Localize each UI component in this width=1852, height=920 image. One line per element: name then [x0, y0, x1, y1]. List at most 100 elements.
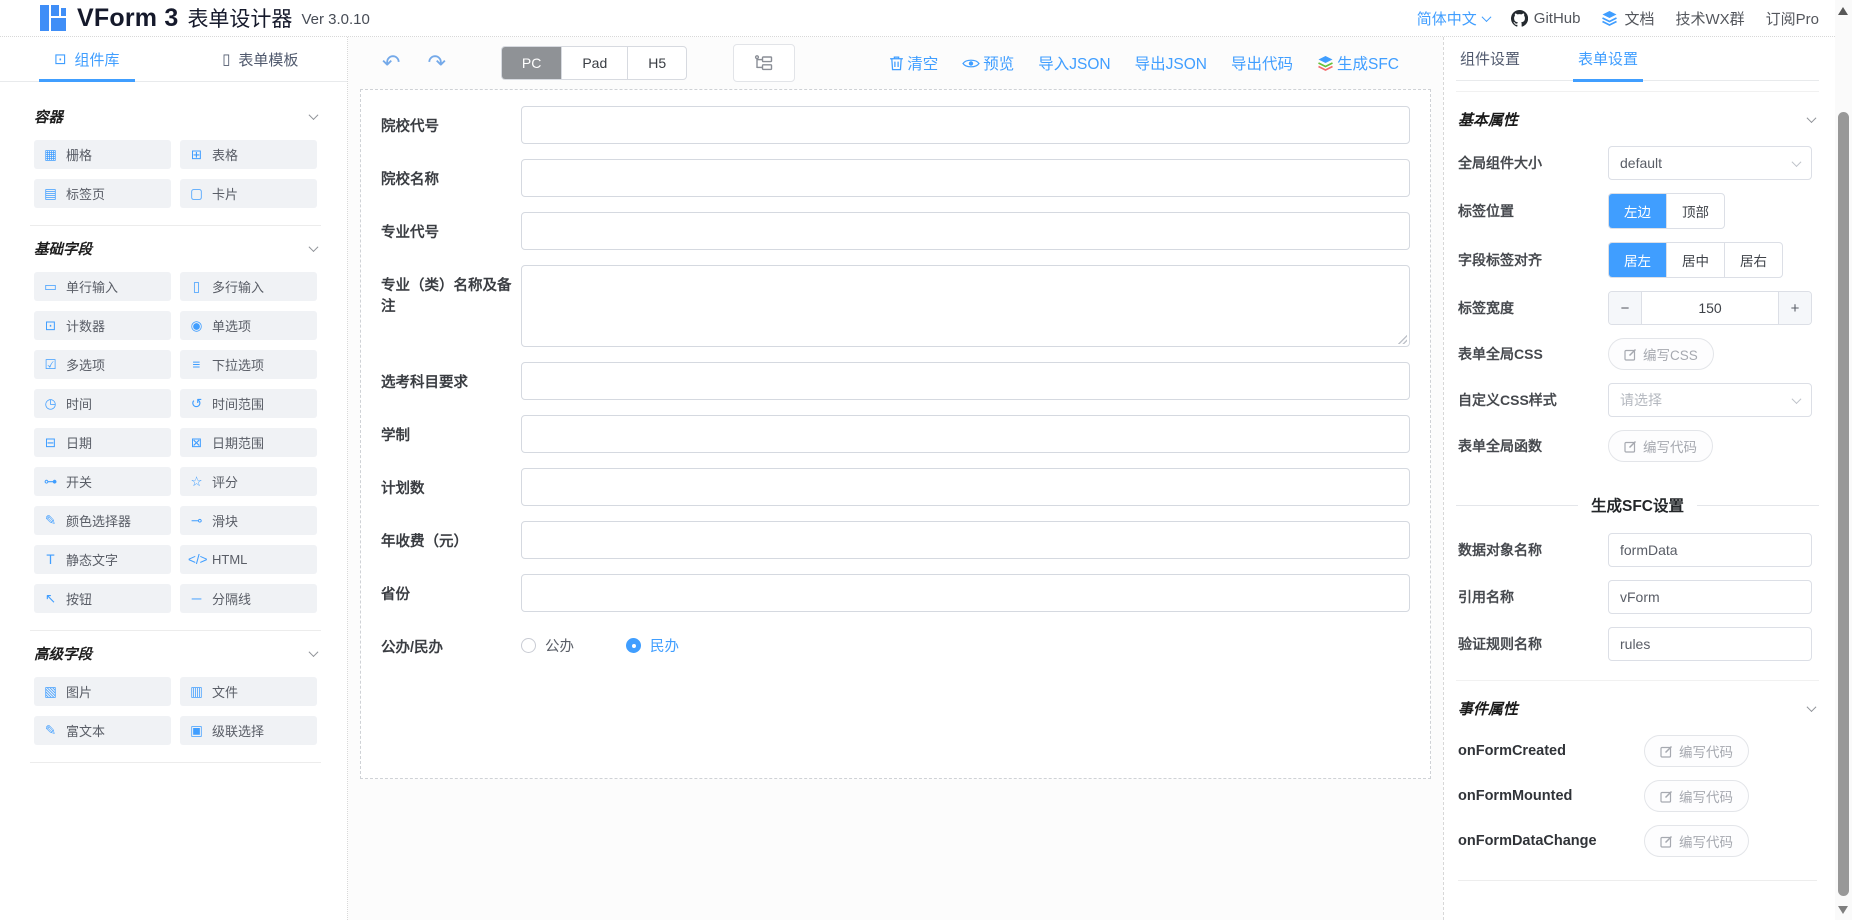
widget-item-counter[interactable]: ⊡计数器	[34, 311, 171, 340]
page-scrollbar[interactable]	[1835, 0, 1852, 920]
widget-item-tabs[interactable]: ▤标签页	[34, 179, 171, 208]
undo-icon[interactable]: ↶	[382, 52, 400, 74]
widget-item-select[interactable]: ≡下拉选项	[180, 350, 317, 379]
chevron-down-icon[interactable]	[1807, 702, 1817, 712]
device-pc[interactable]: PC	[502, 47, 561, 79]
widget-item-file[interactable]: ▥文件	[180, 677, 317, 706]
widget-item-color-picker[interactable]: ✎颜色选择器	[34, 506, 171, 535]
import-json-button[interactable]: 导入JSON	[1038, 52, 1110, 74]
field-input[interactable]	[521, 159, 1410, 197]
widget-item-time-range[interactable]: ↺时间范围	[180, 389, 317, 418]
option-top[interactable]: 顶部	[1666, 194, 1724, 228]
widget-item-grid[interactable]: ▦栅格	[34, 140, 171, 169]
widget-item-static-text[interactable]: T静态文字	[34, 545, 171, 574]
tab-component-settings[interactable]: 组件设置	[1460, 37, 1520, 80]
field-textarea[interactable]	[521, 265, 1410, 347]
tab-form-templates[interactable]: ▯ 表单模板	[174, 37, 348, 81]
custom-css-select[interactable]: 请选择	[1608, 383, 1812, 417]
edit-code-button[interactable]: 编写代码	[1644, 780, 1749, 812]
edit-code-button[interactable]: 编写代码	[1644, 825, 1749, 857]
field-input[interactable]	[521, 521, 1410, 559]
minus-button[interactable]: −	[1609, 292, 1641, 324]
chevron-down-icon[interactable]	[309, 110, 319, 120]
field-input[interactable]	[521, 415, 1410, 453]
option-align-left[interactable]: 居左	[1609, 243, 1666, 277]
option-left[interactable]: 左边	[1609, 194, 1666, 228]
widget-item-rich-text[interactable]: ✎富文本	[34, 716, 171, 745]
tab-component-library[interactable]: ⊡ 组件库	[0, 37, 174, 81]
clear-button[interactable]: 清空	[889, 52, 938, 74]
tab-label: 组件库	[75, 49, 120, 70]
form-field-row[interactable]: 学制	[371, 415, 1420, 453]
export-code-button[interactable]: 导出代码	[1231, 52, 1293, 74]
widget-item-date-range[interactable]: ⊠日期范围	[180, 428, 317, 457]
form-canvas[interactable]: 院校代号 院校名称 专业代号 专业（类）名称及备注	[360, 89, 1431, 779]
widget-item-card[interactable]: ▢卡片	[180, 179, 317, 208]
device-pad[interactable]: Pad	[561, 47, 627, 79]
widget-item-picture[interactable]: ▧图片	[34, 677, 171, 706]
form-field-row[interactable]: 专业代号	[371, 212, 1420, 250]
data-object-name-input[interactable]	[1608, 533, 1812, 567]
field-input[interactable]	[521, 468, 1410, 506]
preview-button[interactable]: 预览	[962, 52, 1014, 74]
wx-group-link[interactable]: 技术WX群	[1675, 8, 1744, 29]
edit-css-button[interactable]: 编写CSS	[1608, 338, 1714, 370]
form-field-row[interactable]: 计划数	[371, 468, 1420, 506]
edit-code-button[interactable]: 编写代码	[1644, 735, 1749, 767]
generate-sfc-button[interactable]: 生成SFC	[1317, 52, 1399, 74]
widget-item-single-input[interactable]: ▭单行输入	[34, 272, 171, 301]
field-input[interactable]	[521, 574, 1410, 612]
field-input[interactable]	[521, 362, 1410, 400]
tab-form-settings[interactable]: 表单设置	[1578, 37, 1638, 80]
docs-link[interactable]: 文档	[1601, 8, 1654, 29]
scroll-up-arrow-icon[interactable]	[1838, 7, 1848, 15]
radio-option-public[interactable]: 公办	[521, 635, 574, 656]
node-tree-button[interactable]	[733, 44, 795, 82]
widget-item-cascader[interactable]: ▣级联选择	[180, 716, 317, 745]
widget-item-checkbox[interactable]: ☑多选项	[34, 350, 171, 379]
github-link[interactable]: GitHub	[1511, 10, 1581, 27]
global-size-select[interactable]: default	[1608, 146, 1812, 180]
export-json-button[interactable]: 导出JSON	[1135, 52, 1207, 74]
chevron-down-icon[interactable]	[1807, 113, 1817, 123]
resize-handle[interactable]	[1397, 334, 1407, 344]
stepper-value[interactable]: 150	[1641, 292, 1779, 324]
rules-name-input[interactable]	[1608, 627, 1812, 661]
subscribe-pro-link[interactable]: 订阅Pro	[1766, 8, 1819, 29]
option-align-right[interactable]: 居右	[1724, 243, 1782, 277]
widget-item-switch[interactable]: ⊶开关	[34, 467, 171, 496]
chevron-down-icon[interactable]	[309, 647, 319, 657]
form-field-row[interactable]: 公办/民办 公办 民办	[371, 627, 1420, 657]
widget-item-divider[interactable]: ─分隔线	[180, 584, 317, 613]
redo-icon[interactable]: ↷	[427, 52, 445, 74]
widget-item-time[interactable]: ◷时间	[34, 389, 171, 418]
form-field-row[interactable]: 选考科目要求	[371, 362, 1420, 400]
form-field-row[interactable]: 年收费（元）	[371, 521, 1420, 559]
setting-row-custom-css: 自定义CSS样式 请选择	[1456, 383, 1819, 417]
form-field-row[interactable]: 省份	[371, 574, 1420, 612]
chevron-down-icon[interactable]	[309, 242, 319, 252]
widget-item-html[interactable]: </>HTML	[180, 545, 317, 574]
form-field-row[interactable]: 院校代号	[371, 106, 1420, 144]
language-dropdown[interactable]: 简体中文	[1417, 8, 1490, 29]
device-h5[interactable]: H5	[627, 47, 686, 79]
form-field-row[interactable]: 院校名称	[371, 159, 1420, 197]
widget-item-textarea[interactable]: ▯多行输入	[180, 272, 317, 301]
widget-item-radio[interactable]: ◉单选项	[180, 311, 317, 340]
ref-name-input[interactable]	[1608, 580, 1812, 614]
widget-item-table[interactable]: ⊞表格	[180, 140, 317, 169]
plus-button[interactable]: +	[1779, 292, 1811, 324]
option-align-center[interactable]: 居中	[1666, 243, 1724, 277]
scrollbar-thumb[interactable]	[1838, 112, 1849, 896]
edit-code-button[interactable]: 编写代码	[1608, 430, 1713, 462]
widget-item-button[interactable]: ↖按钮	[34, 584, 171, 613]
widget-item-date[interactable]: ⊟日期	[34, 428, 171, 457]
field-input[interactable]	[521, 212, 1410, 250]
header-links: 简体中文 GitHub 文档 技术WX群 订阅Pro	[1417, 8, 1819, 29]
widget-item-rate[interactable]: ☆评分	[180, 467, 317, 496]
field-input[interactable]	[521, 106, 1410, 144]
scroll-down-arrow-icon[interactable]	[1838, 906, 1848, 914]
widget-item-slider[interactable]: ⊸滑块	[180, 506, 317, 535]
form-field-row[interactable]: 专业（类）名称及备注	[371, 265, 1420, 347]
radio-option-private[interactable]: 民办	[626, 635, 679, 656]
